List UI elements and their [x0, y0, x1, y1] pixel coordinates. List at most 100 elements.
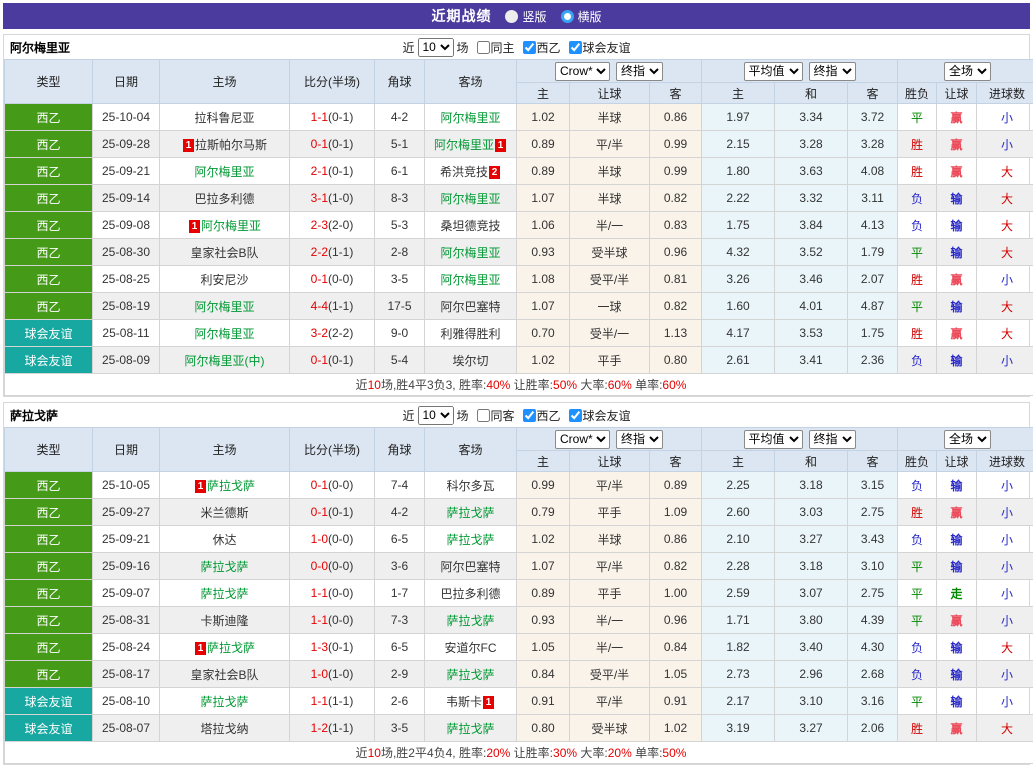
euro-draw-odds-cell: 3.41	[775, 347, 848, 374]
result-cell: 负	[898, 185, 937, 212]
summary-text: 场,胜4平3负3, 胜率:	[381, 378, 486, 392]
team-name-link[interactable]: 萨拉戈萨	[446, 722, 494, 736]
team-name-link[interactable]: 希洪竞技	[440, 165, 488, 179]
team-name-link[interactable]: 阿尔梅里亚	[194, 327, 254, 341]
col-away: 客场	[425, 60, 517, 104]
team-name-link[interactable]: 阿尔巴塞特	[440, 300, 500, 314]
average-select[interactable]: 平均值	[744, 62, 803, 81]
team-name-link[interactable]: 萨拉戈萨	[207, 641, 255, 655]
same-venue-checkbox[interactable]	[476, 41, 489, 54]
full-time-header: 全场	[898, 60, 1033, 83]
team-name-link[interactable]: 巴拉多利德	[194, 192, 254, 206]
result-cell: 负	[898, 347, 937, 374]
team-name-link[interactable]: 阿尔梅里亚	[194, 300, 254, 314]
team-name-link[interactable]: 萨拉戈萨	[200, 695, 248, 709]
team-name-link[interactable]: 萨拉戈萨	[446, 533, 494, 547]
asia-final-select[interactable]: 终指	[616, 430, 663, 449]
full-time-score: 0-1	[311, 137, 328, 151]
match-row: 西乙25-08-17皇家社会B队1-0(1-0)2-9萨拉戈萨0.84受平/半1…	[5, 661, 1033, 688]
league-type-cell: 西乙	[5, 634, 93, 661]
match-count-select[interactable]: 10	[417, 406, 453, 425]
team-name-link[interactable]: 拉科鲁尼亚	[194, 111, 254, 125]
average-select[interactable]: 平均值	[744, 430, 803, 449]
horizontal-layout-radio[interactable]: 横版	[561, 8, 602, 25]
team-name-link[interactable]: 阿尔梅里亚(中)	[185, 354, 265, 368]
euro-final-select[interactable]: 终指	[809, 62, 856, 81]
team-name-link[interactable]: 萨拉戈萨	[446, 614, 494, 628]
corner-cell: 4-2	[375, 104, 425, 131]
same-venue-checkbox[interactable]	[476, 409, 489, 422]
team-name-link[interactable]: 巴拉多利德	[440, 587, 500, 601]
league-type-cell: 西乙	[5, 104, 93, 131]
asia-handicap-cell: 平/半	[570, 688, 650, 715]
radio-unselected-icon[interactable]	[505, 10, 518, 23]
corner-cell: 9-0	[375, 320, 425, 347]
team-name-link[interactable]: 阿尔梅里亚	[440, 111, 500, 125]
team-name-link[interactable]: 阿尔梅里亚	[440, 246, 500, 260]
asia-handicap-cell: 平手	[570, 580, 650, 607]
friendly-checkbox[interactable]	[569, 41, 582, 54]
team-name-link[interactable]: 萨拉戈萨	[446, 506, 494, 520]
euro-away-odds-cell: 2.06	[848, 715, 898, 742]
team-name-link[interactable]: 利安尼沙	[200, 273, 248, 287]
team-name-link[interactable]: 萨拉戈萨	[446, 668, 494, 682]
league-checkbox[interactable]	[523, 409, 536, 422]
team-name-link[interactable]: 皇家社会B队	[190, 668, 258, 682]
scope-select[interactable]: 全场	[944, 62, 991, 81]
asia-handicap-cell: 平/半	[570, 131, 650, 158]
team-name-link[interactable]: 利雅得胜利	[440, 327, 500, 341]
team-name-link[interactable]: 萨拉戈萨	[200, 587, 248, 601]
team-name-link[interactable]: 拉斯帕尔马斯	[195, 138, 267, 152]
team-name-link[interactable]: 科尔多瓦	[446, 479, 494, 493]
result-cell: 胜	[898, 320, 937, 347]
scope-select[interactable]: 全场	[944, 430, 991, 449]
team-name-link[interactable]: 阿尔梅里亚	[434, 138, 494, 152]
team-name-link[interactable]: 塔拉戈纳	[200, 722, 248, 736]
asia-away-odds-cell: 0.91	[650, 688, 702, 715]
results-body: 西乙25-10-051萨拉戈萨0-1(0-0)7-4科尔多瓦0.99平/半0.8…	[5, 472, 1033, 742]
team-name-link[interactable]: 阿尔梅里亚	[194, 165, 254, 179]
score-cell: 1-1(0-1)	[290, 104, 375, 131]
result-cell: 平	[898, 293, 937, 320]
match-count-select[interactable]: 10	[417, 38, 453, 57]
asia-home-odds-cell: 1.02	[517, 347, 570, 374]
team-name-link[interactable]: 安道尔FC	[445, 641, 497, 655]
team-name-link[interactable]: 萨拉戈萨	[207, 479, 255, 493]
team-name-link[interactable]: 阿尔梅里亚	[440, 192, 500, 206]
team-name-link[interactable]: 阿尔梅里亚	[440, 273, 500, 287]
away-team-cell: 希洪竞技2	[425, 158, 517, 185]
asia-away-odds-cell: 0.86	[650, 104, 702, 131]
team-name-link[interactable]: 埃尔切	[452, 354, 488, 368]
euro-final-select[interactable]: 终指	[809, 430, 856, 449]
team-name-link[interactable]: 萨拉戈萨	[200, 560, 248, 574]
team-name-link[interactable]: 卡斯迪隆	[200, 614, 248, 628]
away-team-cell: 安道尔FC	[425, 634, 517, 661]
team-name-link[interactable]: 休达	[212, 533, 236, 547]
col-euro-home: 主	[702, 83, 775, 104]
handicap-result-cell: 输	[937, 688, 977, 715]
summary-row: 近10场,胜4平3负3, 胜率:40% 让胜率:50% 大率:60% 单率:60…	[5, 374, 1033, 396]
team-name-link[interactable]: 阿尔巴塞特	[440, 560, 500, 574]
asia-home-odds-cell: 1.05	[517, 634, 570, 661]
team-name-link[interactable]: 皇家社会B队	[190, 246, 258, 260]
radio-selected-icon[interactable]	[561, 10, 574, 23]
vertical-layout-radio[interactable]: 竖版	[505, 8, 546, 25]
results-body: 西乙25-10-04拉科鲁尼亚1-1(0-1)4-2阿尔梅里亚1.02半球0.8…	[5, 104, 1033, 374]
full-time-score: 2-1	[311, 164, 328, 178]
league-type-cell: 西乙	[5, 266, 93, 293]
bookmaker-select[interactable]: Crow*	[555, 62, 610, 81]
result-cell: 平	[898, 580, 937, 607]
team-name-link[interactable]: 阿尔梅里亚	[201, 219, 261, 233]
away-team-cell: 阿尔梅里亚1	[425, 131, 517, 158]
asia-home-odds-cell: 1.02	[517, 526, 570, 553]
friendly-checkbox[interactable]	[569, 409, 582, 422]
col-asia-home: 主	[517, 451, 570, 472]
team-name-link[interactable]: 韦斯卡	[446, 695, 482, 709]
league-label: 西乙	[537, 407, 561, 424]
asia-final-select[interactable]: 终指	[616, 62, 663, 81]
bookmaker-select[interactable]: Crow*	[555, 430, 610, 449]
team-name-link[interactable]: 米兰德斯	[200, 506, 248, 520]
col-home: 主场	[160, 428, 290, 472]
league-checkbox[interactable]	[523, 41, 536, 54]
team-name-link[interactable]: 桑坦德竞技	[440, 219, 500, 233]
